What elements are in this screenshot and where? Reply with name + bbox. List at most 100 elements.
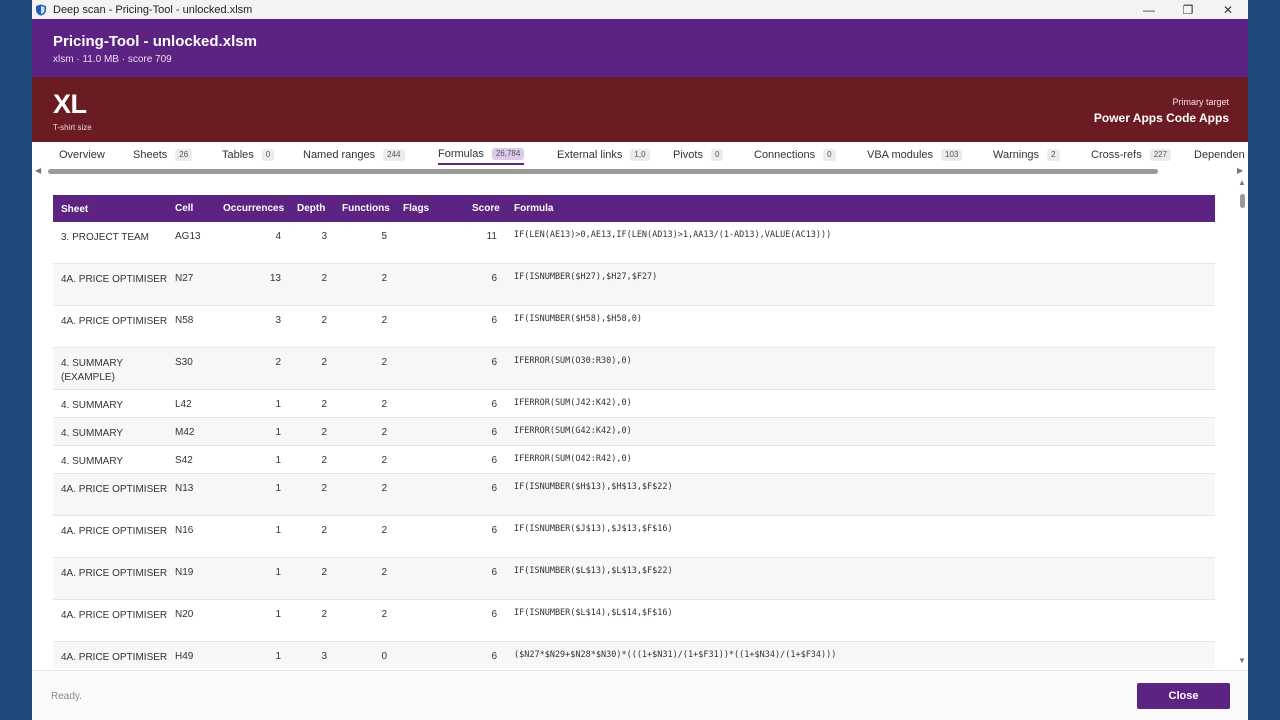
table-row[interactable]: 4A. PRICE OPTIMISER N13 1 2 2 6 IF(ISNUMBER($H… <box>53 474 1215 516</box>
tshirt-size-value: XL <box>53 89 87 119</box>
deep-scan-window: Deep scan - Pricing-Tool - unlocked.xlsm… <box>32 0 1248 720</box>
app-shield-icon <box>36 4 46 15</box>
minimize-icon[interactable]: — <box>1130 0 1168 19</box>
tab-count-badge: 26 <box>175 149 193 161</box>
cell-cell: N19 <box>175 567 194 578</box>
cell-formula: IFERROR(SUM(O42:R42),0) <box>514 454 632 464</box>
cell-occurrences: 1 <box>275 651 281 662</box>
cell-depth: 2 <box>321 609 327 620</box>
status-text: Ready. <box>51 691 82 702</box>
table-row[interactable]: 4. SUMMARY (EXAMPLE) S30 2 2 2 6 IFERROR(SUM(O… <box>53 348 1215 390</box>
scroll-up-arrow-icon[interactable]: ▲ <box>1238 178 1246 187</box>
file-header: Pricing-Tool - unlocked.xlsm xlsm · 11.0… <box>32 19 1248 77</box>
tab-count-badge: 227 <box>1149 149 1172 161</box>
cell-functions: 2 <box>381 483 387 494</box>
table-row[interactable]: 4. SUMMARY M42 1 2 2 6 IFERROR(SUM(G42:K42),0) <box>53 418 1215 446</box>
table-row[interactable]: 4A. PRICE OPTIMISER N16 1 2 2 6 IF(ISNUMBER($J… <box>53 516 1215 558</box>
table-row[interactable]: 4A. PRICE OPTIMISER N20 1 2 2 6 IF(ISNUMBER($L… <box>53 600 1215 642</box>
table-row[interactable]: 4A. PRICE OPTIMISER H49 1 3 0 6 ($N27*$N29+$N2… <box>53 642 1215 668</box>
cell-occurrences: 1 <box>275 567 281 578</box>
col-header-functions[interactable]: Functions <box>342 203 390 214</box>
col-header-occurrences[interactable]: Occurrences <box>223 203 284 214</box>
tab-sheets[interactable]: Sheets 26 <box>133 147 193 163</box>
tab-scrollbar[interactable]: ◀ ▶ <box>32 166 1248 176</box>
cell-cell: N13 <box>175 483 194 494</box>
tab-external-links[interactable]: External links 1,0 <box>557 147 650 163</box>
cell-functions: 2 <box>381 357 387 368</box>
table-header: Sheet Cell Occurrences Depth Functions F… <box>53 195 1215 222</box>
tab-count-badge: 0 <box>710 149 724 161</box>
cell-formula: IFERROR(SUM(J42:K42),0) <box>514 398 632 408</box>
cell-formula: IF(LEN(AE13)>0,AE13,IF(LEN(AD13)>1,AA13/… <box>514 230 832 240</box>
table-vertical-scrollbar[interactable]: ▲ ▼ <box>1236 178 1248 668</box>
cell-score: 6 <box>491 567 497 578</box>
cell-depth: 2 <box>321 357 327 368</box>
cell-occurrences: 2 <box>275 357 281 368</box>
cell-sheet: 4A. PRICE OPTIMISER <box>61 484 168 495</box>
cell-score: 6 <box>491 357 497 368</box>
scroll-down-arrow-icon[interactable]: ▼ <box>1238 656 1246 665</box>
cell-occurrences: 3 <box>275 315 281 326</box>
cell-cell: H49 <box>175 651 194 662</box>
cell-score: 6 <box>491 399 497 410</box>
cell-sheet: 4A. PRICE OPTIMISER <box>61 526 168 537</box>
tab-overview[interactable]: Overview <box>59 147 105 163</box>
cell-score: 6 <box>491 525 497 536</box>
tab-connections[interactable]: Connections 0 <box>754 147 836 163</box>
close-button[interactable]: Close <box>1137 683 1230 709</box>
col-header-sheet[interactable]: Sheet <box>61 203 171 217</box>
table-row[interactable]: 4. SUMMARY L42 1 2 2 6 IFERROR(SUM(J42:K42),0) <box>53 390 1215 418</box>
col-header-flags[interactable]: Flags <box>403 203 429 214</box>
col-header-cell[interactable]: Cell <box>175 203 193 214</box>
cell-depth: 2 <box>321 525 327 536</box>
cell-functions: 2 <box>381 609 387 620</box>
cell-occurrences: 1 <box>275 455 281 466</box>
cell-formula: ($N27*$N29+$N28*$N30)*(((1+$N31)/(1+$F31… <box>514 650 837 660</box>
cell-sheet: 4A. PRICE OPTIMISER <box>61 568 168 579</box>
cell-cell: S42 <box>175 455 193 466</box>
col-header-score[interactable]: Score <box>472 203 500 214</box>
cell-functions: 2 <box>381 567 387 578</box>
tshirt-size-label: T-shirt size <box>53 123 92 132</box>
tab-formulas[interactable]: Formulas 26,784 <box>438 147 525 165</box>
cell-formula: IFERROR(SUM(O30:R30),0) <box>514 356 632 366</box>
tab-scrollbar-thumb[interactable] <box>48 169 1158 174</box>
scroll-right-arrow-icon[interactable]: ▶ <box>1237 166 1243 176</box>
table-row[interactable]: 3. PROJECT TEAM AG13 4 3 5 11 IF(LEN(AE13)>0,A… <box>53 222 1215 264</box>
cell-depth: 2 <box>321 427 327 438</box>
tab-pivots[interactable]: Pivots 0 <box>673 147 724 163</box>
cell-formula: IF(ISNUMBER($J$13),$J$13,$F$16) <box>514 524 673 534</box>
cell-functions: 0 <box>381 651 387 662</box>
cell-formula: IF(ISNUMBER($H58),$H58,0) <box>514 314 642 324</box>
close-window-icon[interactable]: ✕ <box>1209 0 1247 19</box>
tab-count-badge: 0 <box>261 149 275 161</box>
restore-icon[interactable]: ❐ <box>1169 0 1207 19</box>
cell-occurrences: 1 <box>275 483 281 494</box>
tab-label: Cross-refs <box>1091 149 1142 161</box>
table-row[interactable]: 4. SUMMARY S42 1 2 2 6 IFERROR(SUM(O42:R42),0) <box>53 446 1215 474</box>
tab-named-ranges[interactable]: Named ranges 244 <box>303 147 405 163</box>
tab-label: Warnings <box>993 149 1040 161</box>
col-header-depth[interactable]: Depth <box>297 203 325 214</box>
tab-cross-refs[interactable]: Cross-refs 227 <box>1091 147 1172 163</box>
tab-warnings[interactable]: Warnings 2 <box>993 147 1060 163</box>
tab-vba-modules[interactable]: VBA modules 103 <box>867 147 963 163</box>
tab-count-badge: 0 <box>823 149 836 161</box>
tab-count-badge: 26,784 <box>491 148 525 160</box>
table-row[interactable]: 4A. PRICE OPTIMISER N58 3 2 2 6 IF(ISNUMBER($H… <box>53 306 1215 348</box>
table-row[interactable]: 4A. PRICE OPTIMISER N19 1 2 2 6 IF(ISNUMBER($L… <box>53 558 1215 600</box>
tab-dependencies[interactable]: Dependen <box>1194 147 1245 163</box>
vertical-scrollbar-thumb[interactable] <box>1240 194 1245 208</box>
cell-depth: 2 <box>321 273 327 284</box>
cell-cell: S30 <box>175 357 193 368</box>
cell-cell: AG13 <box>175 231 201 242</box>
tab-label: Tables <box>222 149 254 161</box>
cell-formula: IF(ISNUMBER($H27),$H27,$F27) <box>514 272 658 282</box>
primary-target-value: Power Apps Code Apps <box>1093 111 1229 125</box>
col-header-formula[interactable]: Formula <box>514 203 553 214</box>
cell-occurrences: 13 <box>269 273 281 284</box>
tab-tables[interactable]: Tables 0 <box>222 147 275 163</box>
tab-count-badge: 244 <box>383 149 405 161</box>
scroll-left-arrow-icon[interactable]: ◀ <box>35 166 41 176</box>
table-row[interactable]: 4A. PRICE OPTIMISER N27 13 2 2 6 IF(ISNUMBER($… <box>53 264 1215 306</box>
